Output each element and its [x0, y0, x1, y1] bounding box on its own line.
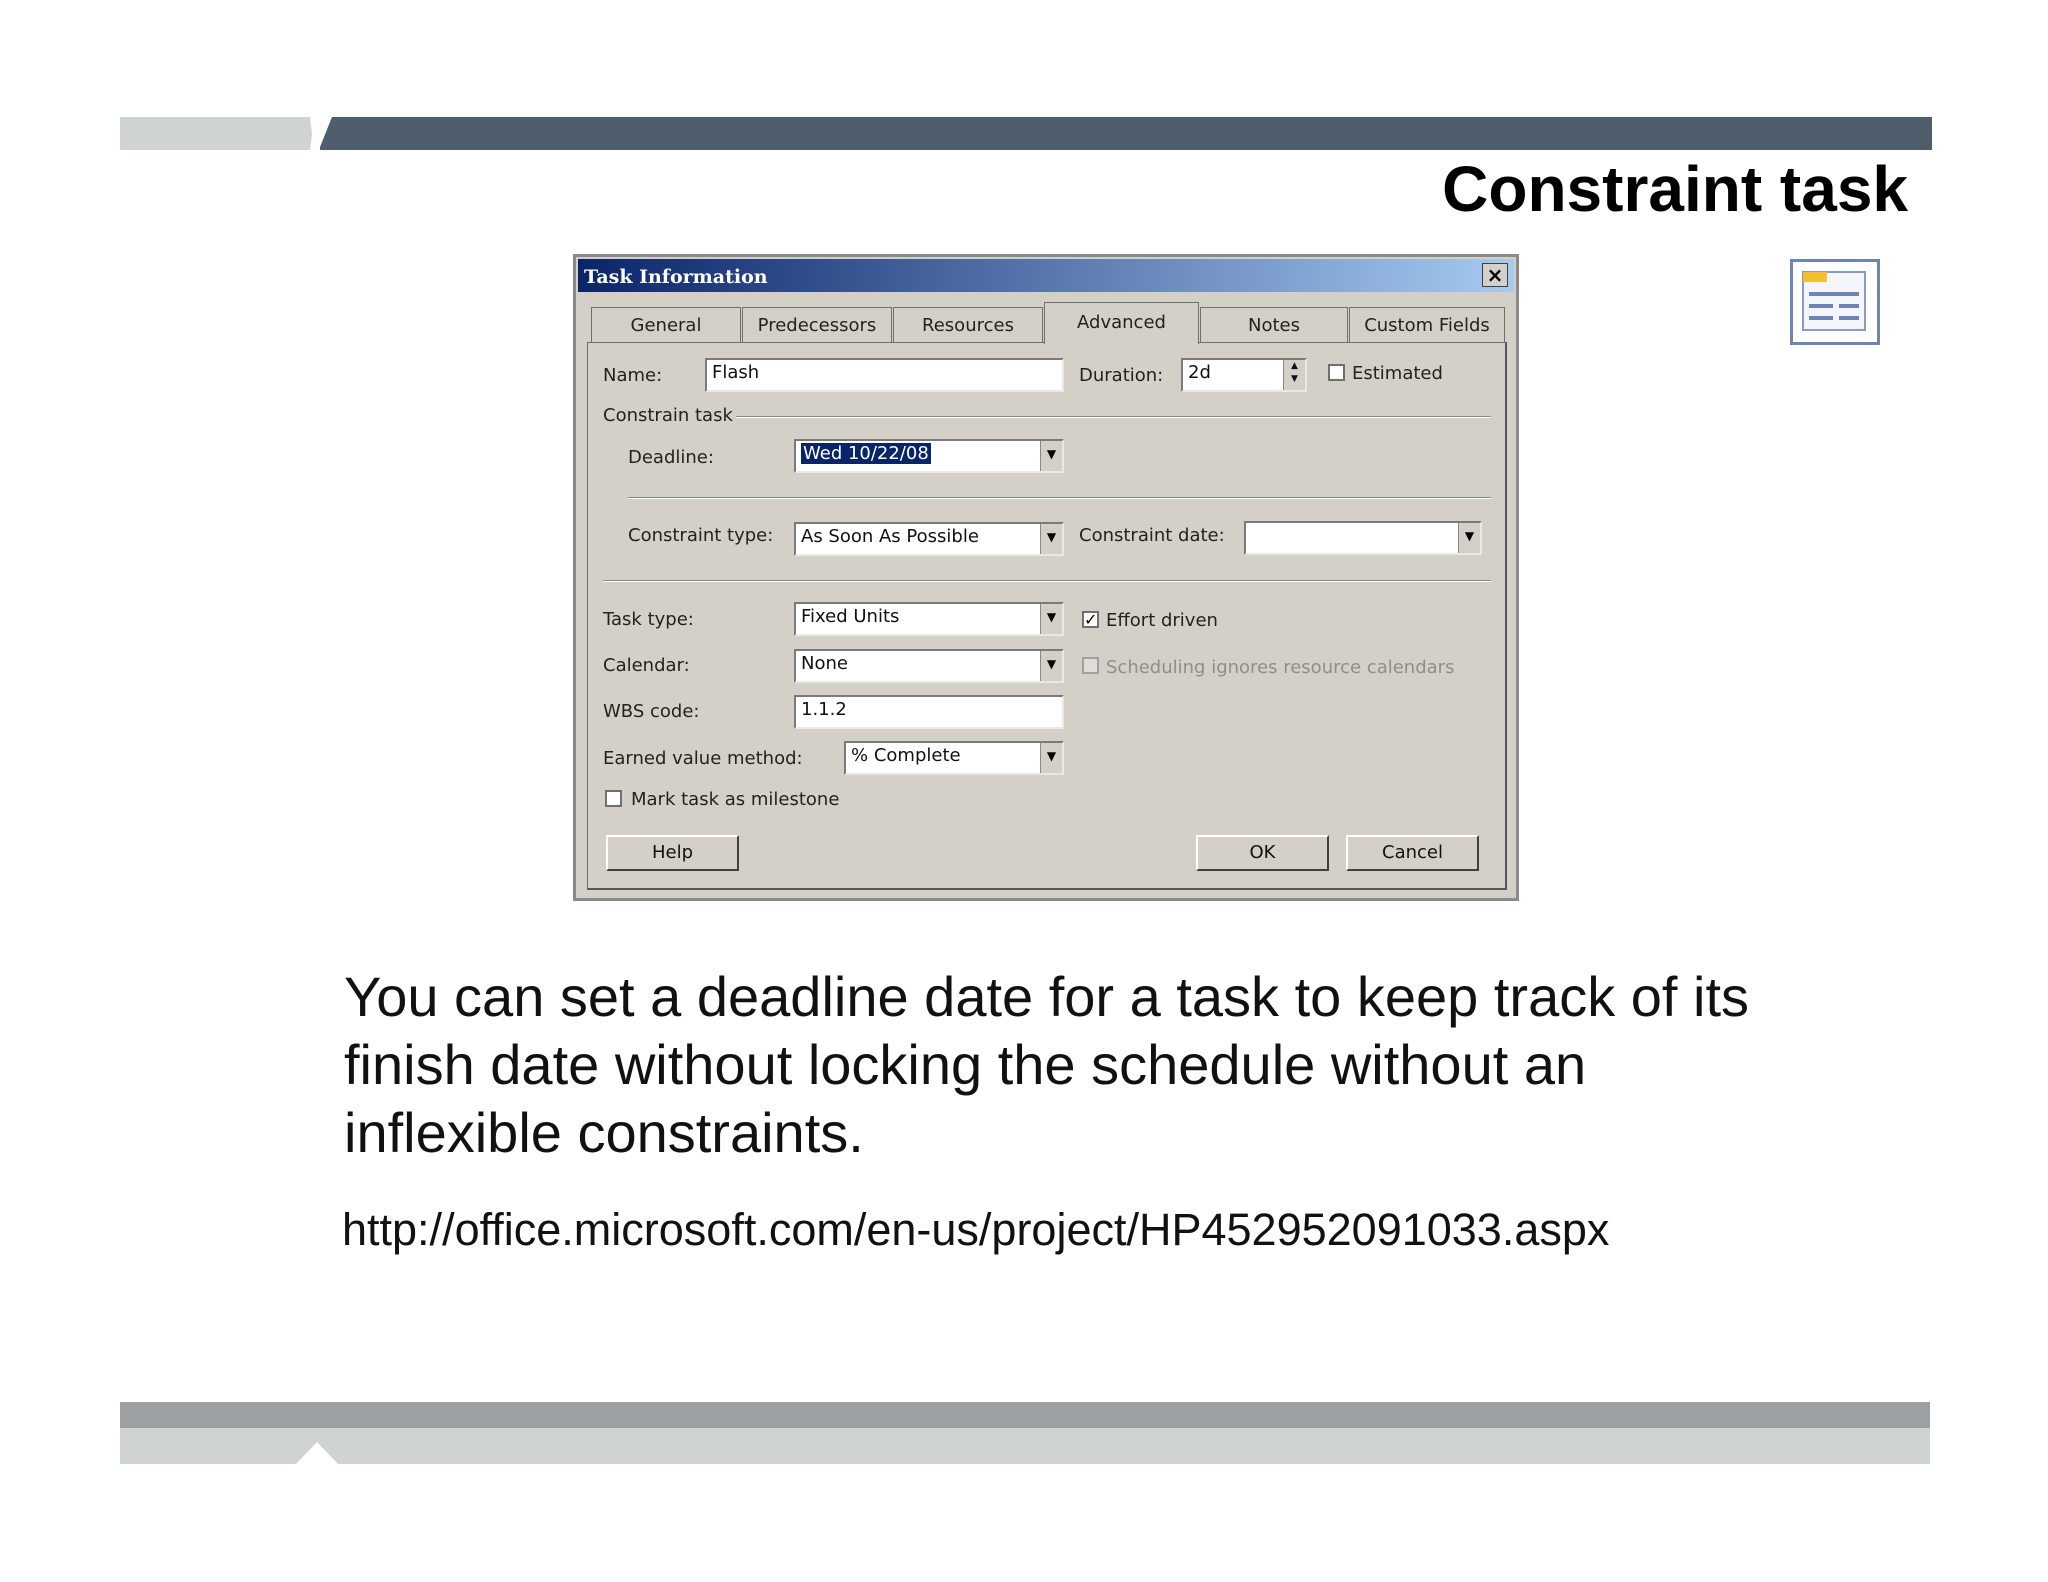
constraint-type-label: Constraint type:: [628, 525, 774, 546]
duration-stepper[interactable]: 2d ▲ ▼: [1181, 358, 1307, 392]
calendar-select[interactable]: None ▼: [794, 649, 1064, 683]
tab-predecessors[interactable]: Predecessors: [742, 307, 892, 343]
wbs-code-input[interactable]: 1.1.2: [794, 695, 1064, 729]
header-bar: [320, 117, 1932, 150]
task-type-label: Task type:: [603, 609, 694, 630]
deadline-value: Wed 10/22/08: [801, 443, 931, 464]
ok-button[interactable]: OK: [1196, 835, 1329, 871]
tab-advanced[interactable]: Advanced: [1044, 302, 1199, 344]
cancel-button[interactable]: Cancel: [1346, 835, 1479, 871]
earned-value-label: Earned value method:: [603, 748, 803, 769]
tab-custom-fields[interactable]: Custom Fields: [1349, 307, 1505, 343]
chevron-down-icon[interactable]: ▼: [1040, 743, 1062, 773]
milestone-label: Mark task as milestone: [631, 789, 840, 810]
slide-title: Constraint task: [1442, 153, 1908, 225]
constraint-type-select[interactable]: As Soon As Possible ▼: [794, 522, 1064, 556]
task-type-select[interactable]: Fixed Units ▼: [794, 602, 1064, 636]
divider-1: [628, 497, 1491, 499]
tab-resources[interactable]: Resources: [893, 307, 1043, 343]
dialog-title: Task Information: [584, 266, 768, 288]
chevron-down-icon[interactable]: ▼: [1040, 441, 1062, 471]
slide-body-text: You can set a deadline date for a task t…: [344, 965, 1750, 1164]
calendar-label: Calendar:: [603, 655, 690, 676]
tab-notes[interactable]: Notes: [1200, 307, 1348, 343]
dialog-titlebar[interactable]: Task Information ×: [578, 259, 1514, 292]
effort-driven-label: Effort driven: [1106, 610, 1218, 631]
name-input[interactable]: Flash: [705, 358, 1064, 392]
earned-value-select[interactable]: % Complete ▼: [844, 741, 1064, 775]
reference-link[interactable]: http://office.microsoft.com/en-us/projec…: [342, 1204, 1609, 1256]
milestone-checkbox[interactable]: [605, 790, 622, 807]
chevron-down-icon[interactable]: ▼: [1458, 523, 1480, 553]
deadline-label: Deadline:: [628, 447, 714, 468]
scheduling-ignores-label: Scheduling ignores resource calendars: [1106, 657, 1455, 678]
name-label: Name:: [603, 365, 663, 386]
spin-up-icon[interactable]: ▲: [1284, 360, 1305, 373]
tab-general[interactable]: General: [591, 307, 741, 343]
estimated-label: Estimated: [1352, 363, 1443, 384]
outline-view-icon: [1790, 259, 1880, 345]
duration-label: Duration:: [1079, 365, 1164, 386]
close-button[interactable]: ×: [1482, 263, 1508, 287]
duration-spin-buttons[interactable]: ▲ ▼: [1283, 360, 1305, 390]
help-button[interactable]: Help: [606, 835, 739, 871]
calendar-value: None: [801, 653, 848, 674]
constraint-date-label: Constraint date:: [1079, 525, 1225, 546]
chevron-down-icon[interactable]: ▼: [1040, 651, 1062, 681]
constraint-date-picker[interactable]: ▼: [1244, 521, 1482, 555]
wbs-code-label: WBS code:: [603, 701, 700, 722]
group-divider: [736, 416, 1491, 418]
duration-value: 2d: [1188, 362, 1211, 383]
scheduling-ignores-checkbox: [1082, 657, 1099, 674]
estimated-checkbox[interactable]: [1328, 364, 1345, 381]
footer-bar-light: [120, 1428, 1930, 1464]
chevron-down-icon[interactable]: ▼: [1040, 604, 1062, 634]
spin-down-icon[interactable]: ▼: [1284, 373, 1305, 386]
constraint-type-value: As Soon As Possible: [801, 526, 979, 547]
effort-driven-checkbox[interactable]: ✓: [1082, 611, 1099, 628]
earned-value-value: % Complete: [851, 745, 961, 766]
deadline-date-picker[interactable]: Wed 10/22/08 ▼: [794, 439, 1064, 473]
chevron-down-icon[interactable]: ▼: [1040, 524, 1062, 554]
task-information-dialog: Task Information × General Predecessors …: [573, 254, 1519, 901]
header-bar-left: [120, 117, 312, 150]
task-type-value: Fixed Units: [801, 606, 900, 627]
divider-2: [603, 580, 1491, 582]
constrain-task-group-label: Constrain task: [603, 405, 733, 426]
footer-bar: [120, 1402, 1930, 1428]
